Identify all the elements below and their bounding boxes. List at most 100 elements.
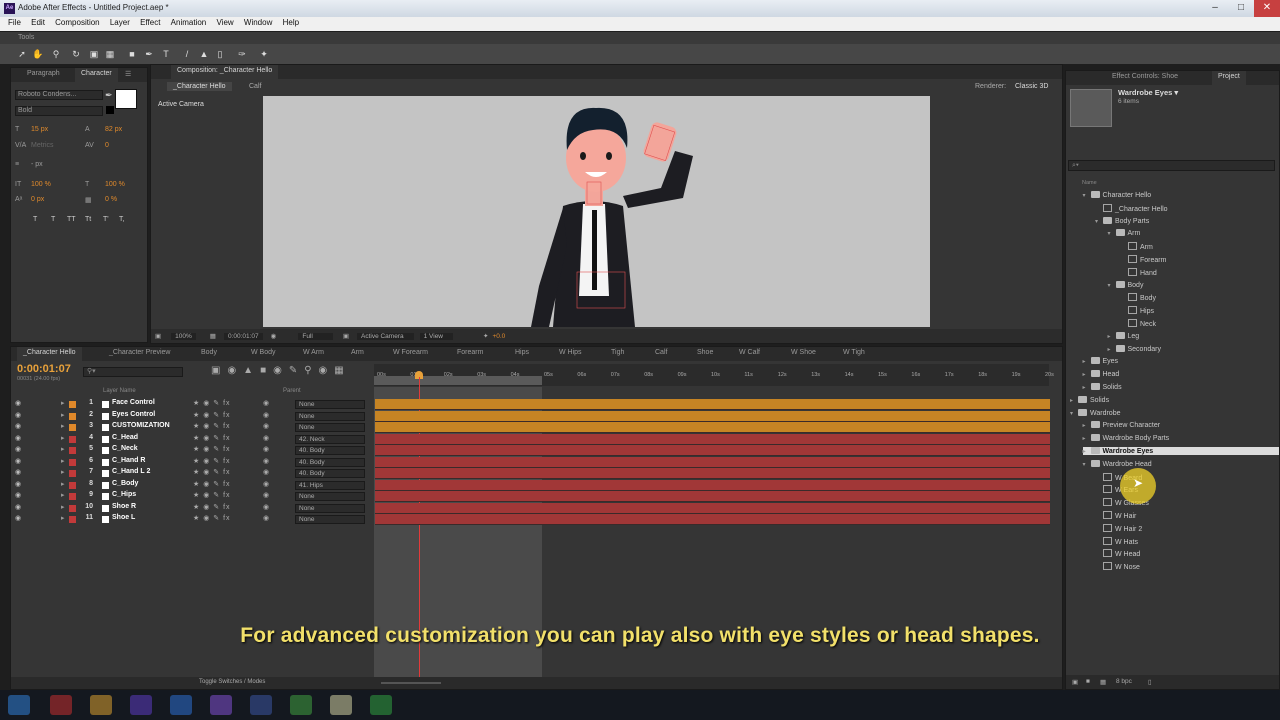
toggle-switches-modes-button[interactable]: Toggle Switches / Modes <box>199 679 265 685</box>
menu-help[interactable]: Help <box>283 17 299 27</box>
visibility-eye-icon[interactable]: ◉ <box>15 445 21 453</box>
composition-canvas[interactable] <box>263 96 930 327</box>
tab-w-hips[interactable]: W Hips <box>553 347 588 361</box>
layer-duration-bar[interactable] <box>375 445 1050 456</box>
visibility-eye-icon[interactable]: ◉ <box>15 422 21 430</box>
taskbar-app-icon[interactable] <box>210 695 232 715</box>
tab-w-calf[interactable]: W Calf <box>733 347 766 361</box>
project-folder-item[interactable]: ▸ Wardrobe Eyes <box>1082 447 1279 455</box>
panel-menu-icon[interactable]: ☰ <box>123 68 133 82</box>
start-icon[interactable] <box>8 695 30 715</box>
parent-select[interactable]: None <box>295 515 365 524</box>
pickwhip-icon[interactable]: ◉ <box>263 503 269 511</box>
menu-file[interactable]: File <box>8 17 21 27</box>
snapshot-icon[interactable]: ◉ <box>271 332 277 340</box>
stroke-width-value[interactable]: - px <box>31 161 43 168</box>
layer-duration-bar[interactable] <box>375 410 1050 422</box>
project-folder-item[interactable]: ▸ Eyes <box>1083 357 1118 365</box>
project-comp-item[interactable]: Hips <box>1120 306 1154 315</box>
project-folder-item[interactable]: ▾ Body Parts <box>1095 216 1149 225</box>
pickwhip-icon[interactable]: ◉ <box>263 468 269 476</box>
layer-name[interactable]: C_Neck <box>112 445 138 452</box>
breadcrumb-character-hello[interactable]: _Character Hello <box>167 82 232 91</box>
taskbar-folder-icon[interactable] <box>90 695 112 715</box>
parent-select[interactable]: None <box>295 492 365 501</box>
rectangle-tool-icon[interactable]: ■ <box>126 48 138 60</box>
expand-triangle-icon[interactable]: ▸ <box>1083 435 1091 442</box>
tab-hips[interactable]: Hips <box>509 347 535 361</box>
tab-body[interactable]: Body <box>195 347 223 361</box>
menu-edit[interactable]: Edit <box>31 17 45 27</box>
all-caps-button[interactable]: TT <box>67 216 76 223</box>
layer-label-color[interactable] <box>69 470 76 477</box>
tab-w-shoe[interactable]: W Shoe <box>785 347 822 361</box>
fast-previews-icon[interactable]: ✦ <box>483 332 488 340</box>
project-folder-item[interactable]: ▸ Solids <box>1070 395 1109 404</box>
layer-name[interactable]: C_Hips <box>112 491 136 498</box>
project-comp-item[interactable]: Neck <box>1120 319 1156 328</box>
layer-row[interactable]: ◉ ▸ 1 Face Control ★ ◉ ✎ fx ◉ None <box>11 399 365 411</box>
view-layout-select[interactable]: 1 View <box>419 332 454 340</box>
clone-stamp-tool-icon[interactable]: ▲ <box>198 48 210 60</box>
project-folder-item[interactable]: ▾ Wardrobe <box>1070 408 1120 417</box>
roto-brush-tool-icon[interactable]: ✑ <box>236 48 248 60</box>
project-folder-item[interactable]: ▾ Arm <box>1108 229 1140 237</box>
layer-switches[interactable]: ★ ◉ ✎ fx <box>193 422 231 430</box>
collapse-triangle-icon[interactable]: ▾ <box>1095 218 1103 225</box>
project-comp-item[interactable]: Forearm <box>1120 255 1166 264</box>
tracking-value[interactable]: 0 <box>105 142 109 149</box>
layer-duration-bar[interactable] <box>375 433 1050 445</box>
taskbar-app-icon[interactable] <box>50 695 72 715</box>
expand-triangle-icon[interactable]: ▸ <box>1083 422 1091 429</box>
pickwhip-icon[interactable]: ◉ <box>263 480 269 488</box>
layer-duration-bar[interactable] <box>375 479 1050 491</box>
expand-triangle-icon[interactable]: ▸ <box>1108 333 1116 340</box>
expand-triangle-icon[interactable]: ▸ <box>61 411 65 419</box>
parent-select[interactable]: None <box>295 503 365 513</box>
layer-label-color[interactable] <box>69 481 76 489</box>
minimize-icon[interactable]: – <box>1202 0 1228 17</box>
layer-switches[interactable]: ★ ◉ ✎ fx <box>193 491 231 499</box>
expand-triangle-icon[interactable]: ▸ <box>1083 358 1091 365</box>
layer-label-color[interactable] <box>69 504 76 512</box>
layer-label-color[interactable] <box>69 435 76 443</box>
new-folder-icon[interactable]: ■ <box>1086 678 1090 685</box>
tab-shoe[interactable]: Shoe <box>691 347 719 361</box>
layer-row[interactable]: ◉ ▸ 9 C_Hips ★ ◉ ✎ fx ◉ None <box>11 491 365 503</box>
collapse-triangle-icon[interactable]: ▾ <box>1108 230 1116 237</box>
faux-bold-button[interactable]: T <box>33 216 37 223</box>
horizontal-scale-value[interactable]: 100 % <box>105 181 125 188</box>
layer-name[interactable]: C_Hand R <box>112 457 145 464</box>
layer-name[interactable]: Eyes Control <box>112 411 155 418</box>
layer-duration-bar[interactable] <box>375 422 1050 433</box>
visibility-eye-icon[interactable]: ◉ <box>15 503 21 511</box>
layer-label-color[interactable] <box>69 401 76 408</box>
layer-row[interactable]: ◉ ▸ 10 Shoe R ★ ◉ ✎ fx ◉ None <box>11 503 365 515</box>
tab-tigh[interactable]: Tigh <box>605 347 630 361</box>
visibility-eye-icon[interactable]: ◉ <box>15 399 21 407</box>
layer-name[interactable]: C_Head <box>112 434 138 441</box>
project-folder-item[interactable]: ▾ Wardrobe Head <box>1083 459 1152 468</box>
tab-calf[interactable]: Calf <box>649 347 673 361</box>
expand-triangle-icon[interactable]: ▸ <box>61 399 65 407</box>
menu-composition[interactable]: Composition <box>55 17 99 27</box>
parent-select[interactable]: 42. Neck <box>295 434 365 444</box>
pickwhip-icon[interactable]: ◉ <box>263 399 269 407</box>
taskbar-app-icon[interactable] <box>370 695 392 715</box>
pickwhip-icon[interactable]: ◉ <box>263 434 269 442</box>
layer-switches[interactable]: ★ ◉ ✎ fx <box>193 503 231 511</box>
maximize-icon[interactable]: □ <box>1228 0 1254 17</box>
breadcrumb-calf[interactable]: Calf <box>249 83 261 90</box>
parent-select[interactable]: 40. Body <box>295 457 365 467</box>
superscript-button[interactable]: T' <box>103 216 109 223</box>
layer-row[interactable]: ◉ ▸ 11 Shoe L ★ ◉ ✎ fx ◉ None <box>11 514 365 526</box>
magnification-select[interactable]: 100% <box>171 332 196 340</box>
taskbar-app-icon[interactable] <box>130 695 152 715</box>
layer-name[interactable]: C_Body <box>112 480 138 487</box>
tab-w-forearm[interactable]: W Forearm <box>387 347 434 361</box>
visibility-eye-icon[interactable]: ◉ <box>15 457 21 465</box>
visibility-eye-icon[interactable]: ◉ <box>15 480 21 488</box>
layer-switches[interactable]: ★ ◉ ✎ fx <box>193 399 231 407</box>
new-composition-icon[interactable]: ▦ <box>1100 678 1106 686</box>
expand-triangle-icon[interactable]: ▸ <box>61 445 65 453</box>
